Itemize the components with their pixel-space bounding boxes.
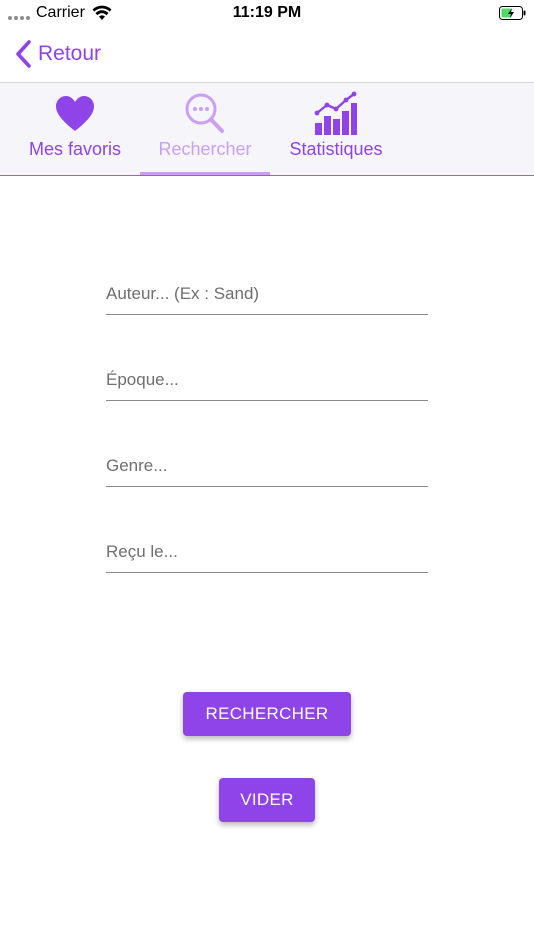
- tab-statistics[interactable]: Statistiques: [271, 83, 401, 175]
- received-date-input[interactable]: [106, 536, 428, 568]
- tab-search-label: Rechercher: [158, 139, 252, 159]
- era-field: [106, 364, 428, 401]
- chevron-left-icon: [16, 40, 31, 68]
- received-date-field: [106, 536, 428, 573]
- genre-field: [106, 450, 428, 487]
- genre-input[interactable]: [106, 450, 428, 482]
- active-tab-indicator: [140, 172, 270, 175]
- tab-bar: Mes favoris Rechercher Statistiques: [0, 83, 534, 176]
- status-time: 11:19 PM: [232, 4, 302, 21]
- status-bar: Carrier 11:19 PM: [0, 0, 534, 26]
- tab-favorites-label: Mes favoris: [28, 139, 122, 159]
- clear-button[interactable]: VIDER: [219, 778, 315, 822]
- tab-favorites[interactable]: Mes favoris: [10, 83, 140, 175]
- tab-statistics-label: Statistiques: [289, 139, 383, 159]
- battery-charging-icon: [499, 6, 526, 20]
- author-input[interactable]: [106, 278, 428, 310]
- heart-icon: [56, 96, 94, 131]
- search-button[interactable]: RECHERCHER: [183, 692, 351, 736]
- bar-chart-icon: [314, 91, 357, 135]
- tab-search[interactable]: Rechercher: [140, 83, 270, 175]
- back-button[interactable]: Retour: [14, 38, 101, 70]
- author-field: [106, 278, 428, 315]
- era-input[interactable]: [106, 364, 428, 396]
- search-magnifier-icon: [185, 93, 224, 133]
- navigation-bar: Retour: [0, 26, 534, 82]
- back-label: Retour: [38, 42, 102, 65]
